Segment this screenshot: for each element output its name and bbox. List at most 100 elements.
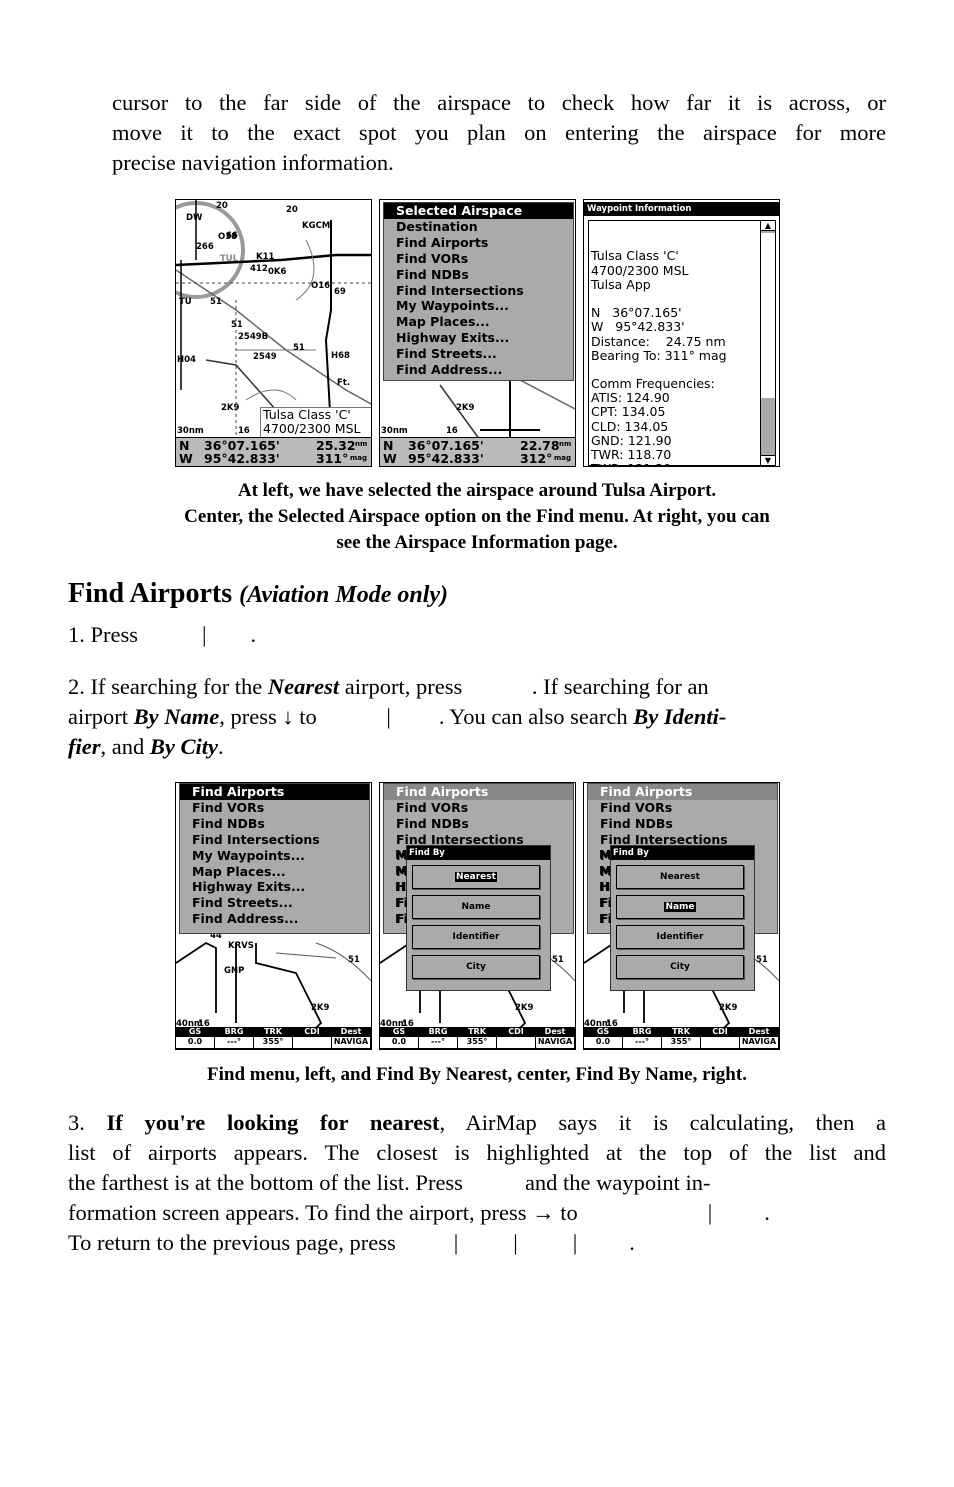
- waypoint-info-line: 4700/2300 MSL: [591, 262, 689, 278]
- key-separator: |: [453, 1230, 459, 1255]
- menu-item-selected-airspace[interactable]: Selected Airspace: [384, 203, 573, 219]
- key-separator: |: [707, 1200, 713, 1225]
- menu-item[interactable]: Find Airports: [384, 784, 573, 800]
- map-label: 266: [196, 242, 214, 252]
- nav-data-bar: GS BRG TRK CDI Dest 0.0 ---° 355° NAVIGA: [584, 1027, 779, 1049]
- key-separator: |: [513, 1230, 518, 1255]
- option-label: Name: [461, 902, 491, 912]
- text: and the waypoint in-: [524, 1170, 711, 1195]
- menu-item[interactable]: Find Address...: [180, 911, 369, 927]
- nav-value: 0.0: [176, 1037, 215, 1048]
- nav-header: TRK: [254, 1027, 293, 1037]
- find-menu-screen: 2K9 16 30nm Selected Airspace Destinatio…: [379, 199, 576, 467]
- option-label: Nearest: [660, 872, 700, 882]
- menu-item[interactable]: Map Places...: [180, 864, 369, 880]
- step-3-line-3: the farthest is at the bottom of the lis…: [68, 1168, 886, 1198]
- find-by-nearest-button[interactable]: Nearest: [616, 865, 744, 889]
- menu-item[interactable]: Find VORs: [384, 800, 573, 816]
- nav-header: Dest: [536, 1027, 575, 1037]
- waypoint-info-line: N 36°07.165': [591, 305, 682, 321]
- find-by-dialog: Find By Nearest Name Identifier City: [406, 845, 551, 991]
- menu-item-partial: Fi: [599, 911, 612, 926]
- map-label: 30nm: [381, 426, 408, 436]
- find-by-name-button[interactable]: Name: [616, 895, 744, 919]
- intro-line-2: move it to the exact spot you plan on en…: [112, 120, 886, 145]
- menu-item-destination[interactable]: Destination: [384, 219, 573, 235]
- menu-item[interactable]: Highway Exits...: [180, 879, 369, 895]
- waypoint-info: Waypoint Information Tulsa Class 'C' 4700…: [584, 200, 779, 466]
- waypoint-info-line: Distance: 24.75 nm: [591, 333, 726, 349]
- menu-item-highway-exits[interactable]: Highway Exits...: [384, 330, 573, 346]
- menu-item-find-address[interactable]: Find Address...: [384, 362, 573, 378]
- menu-item[interactable]: Find VORs: [588, 800, 777, 816]
- waypoint-info-line: Tulsa App: [591, 276, 651, 292]
- caption-2: Find menu, left, and Find By Nearest, ce…: [207, 1064, 747, 1085]
- find-by-title: Find By: [611, 846, 754, 860]
- step-3-line-4: formation screen appears. To find the ai…: [68, 1198, 770, 1228]
- menu-item[interactable]: Find Intersections: [180, 832, 369, 848]
- map-label: H04: [177, 355, 196, 365]
- find-by-identifier-button[interactable]: Identifier: [616, 925, 744, 949]
- option-label: Identifier: [656, 932, 704, 942]
- find-by-nearest-button[interactable]: Nearest: [412, 865, 540, 889]
- waypoint-info-line: TWR: 121.20: [591, 462, 762, 466]
- menu-item-find-ndbs[interactable]: Find NDBs: [384, 267, 573, 283]
- menu-item[interactable]: My Waypoints...: [180, 848, 369, 864]
- step-3-line-1: 3. If you're looking for nearest, AirMap…: [68, 1108, 886, 1138]
- find-by-city-button[interactable]: City: [616, 955, 744, 979]
- menu-item-find-vors[interactable]: Find VORs: [384, 251, 573, 267]
- find-by-city-button[interactable]: City: [412, 955, 540, 979]
- text: airport: [68, 704, 134, 729]
- caption-1-line-1: At left, we have selected the airspace a…: [237, 480, 717, 501]
- scroll-down-icon[interactable]: ▼: [761, 455, 775, 465]
- waypoint-info-line: Bearing To: 311° mag: [591, 347, 727, 363]
- scroll-up-icon[interactable]: ▲: [761, 221, 775, 231]
- menu-item[interactable]: Find VORs: [180, 800, 369, 816]
- caption-1-line-2: Center, the Selected Airspace option on …: [184, 506, 770, 527]
- longitude: 95°42.833': [204, 451, 280, 466]
- section-subtitle: (Aviation Mode only): [239, 582, 449, 608]
- find-menu: Find Airports Find VORs Find NDBs Find Inte…: [179, 783, 370, 934]
- step-2-line-1: 2. If searching for the Nearest airport,…: [68, 672, 886, 702]
- waypoint-info-line: GND: 121.90: [591, 432, 672, 448]
- map-label: 51: [293, 343, 305, 353]
- menu-item-map-places[interactable]: Map Places...: [384, 314, 573, 330]
- map-label: 69: [334, 287, 346, 297]
- map-label: GNP: [224, 966, 245, 976]
- menu-item[interactable]: Find Streets...: [180, 895, 369, 911]
- text: , AirMap says it is calculating, then a: [439, 1110, 887, 1135]
- step-2-line-3: fier, and By City.: [68, 732, 224, 762]
- scrollbar[interactable]: ▲ ▼: [760, 220, 776, 466]
- menu-item-find-streets[interactable]: Find Streets...: [384, 346, 573, 362]
- option-label: City: [670, 962, 690, 972]
- menu-item[interactable]: Find NDBs: [588, 816, 777, 832]
- nav-data-bar: GS BRG TRK CDI Dest 0.0 ---° 355° NAVIGA: [380, 1027, 575, 1049]
- find-menu: Selected Airspace Destination Find Airpo…: [383, 202, 574, 381]
- option-label: City: [466, 962, 486, 972]
- text: the farthest is at the bottom of the lis…: [68, 1170, 463, 1195]
- menu-item[interactable]: Find NDBs: [384, 816, 573, 832]
- step-1: 1. Press |.: [68, 620, 256, 650]
- step-2-line-2: airport By Name, press ↓ to | . You can a…: [68, 702, 726, 732]
- find-by-identifier-button[interactable]: Identifier: [412, 925, 540, 949]
- popup-line: 4700/2300 MSL: [263, 421, 361, 436]
- lon-dir: W: [179, 451, 193, 466]
- nav-header: GS: [176, 1027, 215, 1037]
- text: formation screen appears. To find the ai…: [68, 1200, 578, 1225]
- map-label: Ft.: [337, 378, 351, 388]
- menu-item-partial: H: [599, 879, 610, 894]
- find-by-name-button[interactable]: Name: [412, 895, 540, 919]
- nav-value: NAVIGA: [740, 1037, 779, 1048]
- scroll-thumb[interactable]: [761, 233, 775, 398]
- menu-item-find-intersections[interactable]: Find Intersections: [384, 283, 573, 299]
- menu-item[interactable]: Find NDBs: [180, 816, 369, 832]
- nav-header: TRK: [458, 1027, 497, 1037]
- find-by-dialog: Find By Nearest Name Identifier City: [610, 845, 755, 991]
- menu-item[interactable]: Find Airports: [180, 784, 369, 800]
- menu-item-find-airports[interactable]: Find Airports: [384, 235, 573, 251]
- menu-item[interactable]: Find Airports: [588, 784, 777, 800]
- menu-item-my-waypoints[interactable]: My Waypoints...: [384, 298, 573, 314]
- longitude: 95°42.833': [408, 451, 484, 466]
- waypoint-info-line: Comm Frequencies:: [591, 376, 715, 392]
- nav-header: GS: [380, 1027, 419, 1037]
